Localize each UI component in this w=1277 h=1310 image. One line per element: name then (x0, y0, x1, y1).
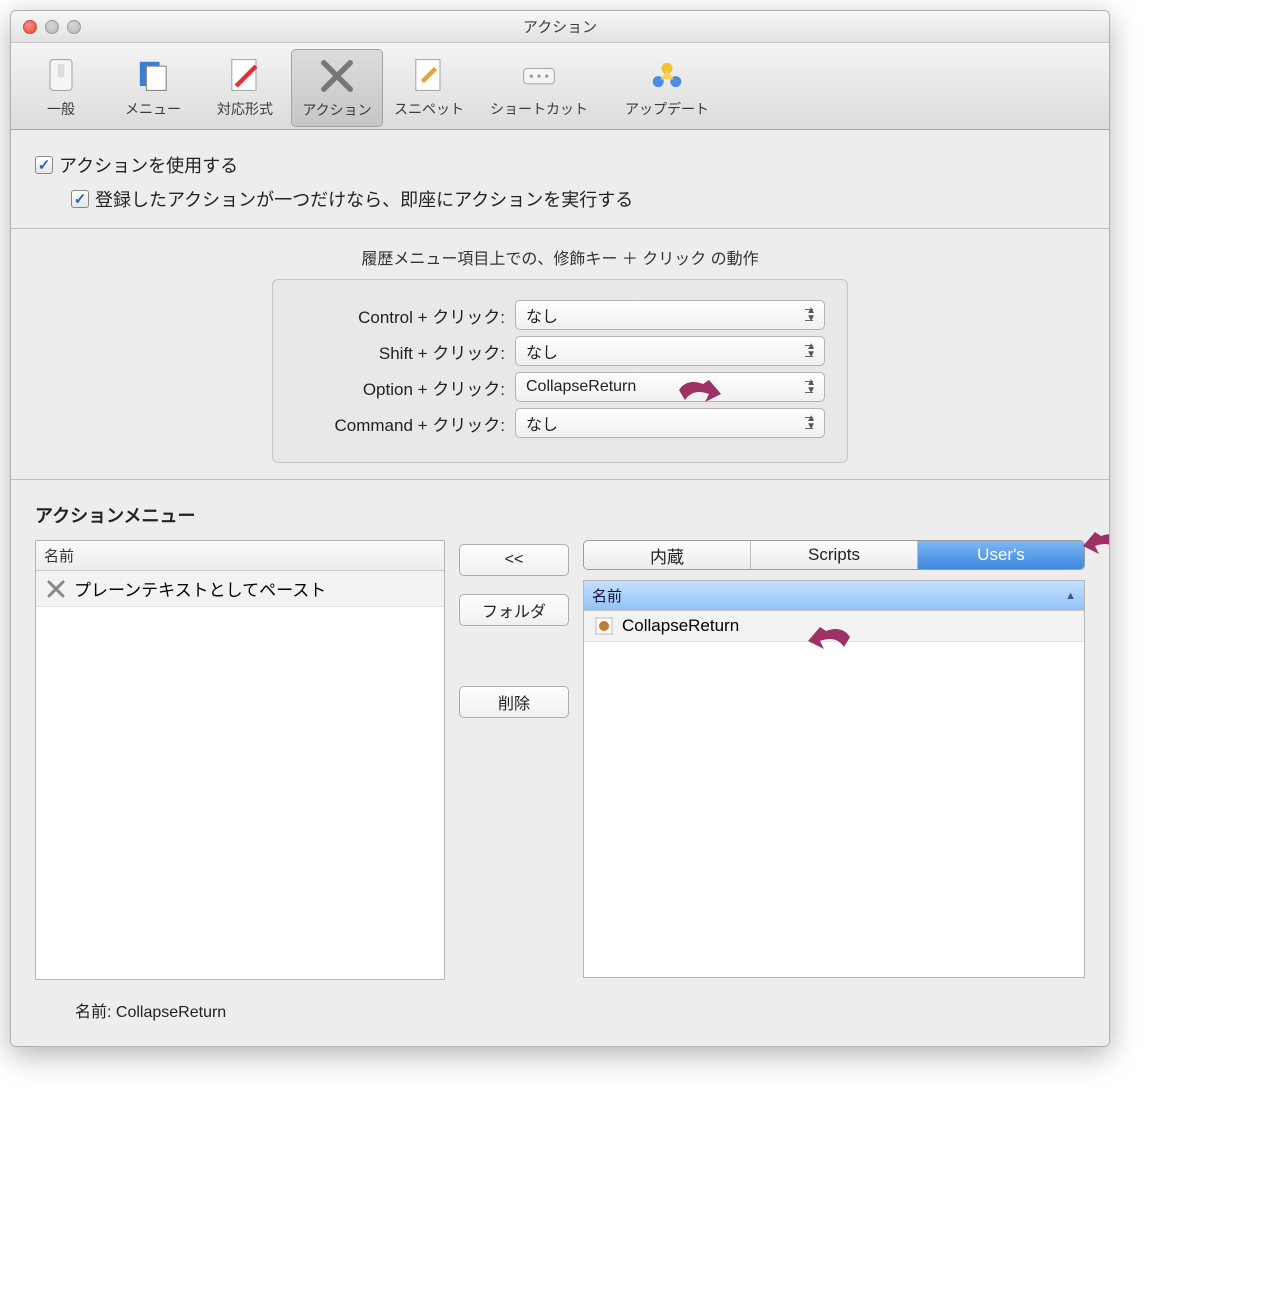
window-title: アクション (11, 16, 1109, 37)
column-label: 名前 (592, 585, 622, 606)
select-value: なし (526, 339, 558, 363)
pencil-note-icon (407, 53, 451, 97)
button-label: フォルダ (482, 598, 546, 622)
tab-builtin[interactable]: 内蔵 (584, 541, 751, 569)
tab-scripts[interactable]: Scripts (751, 541, 918, 569)
control-click-select[interactable]: なし ▲▼ (515, 300, 825, 330)
footer-label: 名前: (75, 1004, 111, 1021)
delete-button[interactable]: 削除 (459, 686, 569, 718)
command-click-label: Command + クリック: (295, 411, 505, 436)
documents-icon (131, 53, 175, 97)
toolbar-menu[interactable]: メニュー (107, 49, 199, 127)
updown-icon: ▲▼ (806, 415, 816, 431)
service-icon (594, 616, 614, 636)
toolbar-action[interactable]: アクション (291, 49, 383, 127)
tab-label: 内蔵 (650, 543, 684, 568)
list-item-label: CollapseReturn (622, 616, 739, 636)
divider (11, 228, 1109, 229)
pointer-annotation (1079, 522, 1110, 566)
right-list[interactable]: 名前 ▲ CollapseReturn (583, 580, 1085, 978)
select-value: なし (526, 411, 558, 435)
columns: 名前 プレーンテキストとしてペースト << フォルダ 削除 (35, 540, 1085, 980)
shift-click-select[interactable]: なし ▲▼ (515, 336, 825, 366)
run-if-single-label: 登録したアクションが一つだけなら、即座にアクションを実行する (95, 186, 633, 212)
control-click-label: Control + クリック: (295, 303, 505, 328)
update-icon (645, 53, 689, 97)
add-button[interactable]: << (459, 544, 569, 576)
page-pencil-icon (223, 53, 267, 97)
select-value: CollapseReturn (526, 378, 636, 396)
button-label: 削除 (498, 690, 530, 714)
crossed-tools-icon (46, 579, 66, 599)
toolbar-general[interactable]: 一般 (15, 49, 107, 127)
switch-icon (39, 53, 83, 97)
toolbar-formats[interactable]: 対応形式 (199, 49, 291, 127)
action-menu-title: アクションメニュー (35, 502, 1085, 528)
right-list-header[interactable]: 名前 ▲ (584, 581, 1084, 611)
modifier-box: Control + クリック: なし ▲▼ Shift + クリック: なし ▲… (272, 279, 848, 463)
option-click-row: Option + クリック: CollapseReturn ▲▼ (295, 372, 825, 402)
option-click-label: Option + クリック: (295, 375, 505, 400)
toolbar-shortcut[interactable]: ショートカット (475, 49, 603, 127)
control-click-row: Control + クリック: なし ▲▼ (295, 300, 825, 330)
toolbar-label: 対応形式 (217, 99, 273, 119)
use-actions-row: ✓ アクションを使用する (35, 152, 1085, 178)
left-list[interactable]: 名前 プレーンテキストとしてペースト (35, 540, 445, 980)
toolbar-label: 一般 (47, 99, 75, 119)
toolbar-update[interactable]: アップデート (603, 49, 731, 127)
toolbar-label: スニペット (394, 99, 464, 119)
titlebar: アクション (11, 11, 1109, 43)
folder-button[interactable]: フォルダ (459, 594, 569, 626)
tab-label: User's (977, 545, 1025, 565)
command-click-select[interactable]: なし ▲▼ (515, 408, 825, 438)
list-item[interactable]: プレーンテキストとしてペースト (36, 571, 444, 607)
shift-click-label: Shift + クリック: (295, 339, 505, 364)
content: ✓ アクションを使用する ✓ 登録したアクションが一つだけなら、即座にアクション… (11, 130, 1109, 1046)
crossed-tools-icon (315, 54, 359, 98)
divider (11, 479, 1109, 480)
use-actions-checkbox[interactable]: ✓ (35, 156, 53, 174)
left-list-header[interactable]: 名前 (36, 541, 444, 571)
toolbar-label: アクション (302, 100, 371, 120)
right-pane: 内蔵 Scripts User's 名前 ▲ (583, 540, 1085, 978)
run-if-single-checkbox[interactable]: ✓ (71, 190, 89, 208)
toolbar-snippet[interactable]: スニペット (383, 49, 475, 127)
action-menu-section: アクションメニュー 名前 プレーンテキストとしてペースト << フォルダ 削 (35, 502, 1085, 1022)
middle-buttons: << フォルダ 削除 (459, 544, 569, 718)
pointer-annotation (804, 617, 854, 661)
updown-icon: ▲▼ (806, 379, 816, 395)
keyboard-icon (517, 53, 561, 97)
footer-value: CollapseReturn (116, 1004, 226, 1021)
modifier-section: 履歴メニュー項目上での、修飾キー ＋ クリック の動作 Control + クリ… (35, 245, 1085, 463)
footer-name: 名前: CollapseReturn (75, 998, 1085, 1022)
select-value: なし (526, 303, 558, 327)
tab-users[interactable]: User's (918, 541, 1084, 569)
tab-label: Scripts (808, 545, 860, 565)
updown-icon: ▲▼ (806, 343, 816, 359)
run-if-single-row: ✓ 登録したアクションが一つだけなら、即座にアクションを実行する (71, 186, 1085, 212)
sort-asc-icon: ▲ (1065, 590, 1076, 602)
modifier-help: 履歴メニュー項目上での、修飾キー ＋ クリック の動作 (35, 245, 1085, 269)
toolbar-label: ショートカット (490, 99, 588, 119)
shift-click-row: Shift + クリック: なし ▲▼ (295, 336, 825, 366)
option-click-select[interactable]: CollapseReturn ▲▼ (515, 372, 825, 402)
source-tabs: 内蔵 Scripts User's (583, 540, 1085, 570)
toolbar-label: メニュー (125, 99, 181, 119)
list-item[interactable]: CollapseReturn (584, 611, 1084, 642)
button-label: << (505, 551, 524, 569)
command-click-row: Command + クリック: なし ▲▼ (295, 408, 825, 438)
toolbar: 一般 メニュー 対応形式 アクション スニペット (11, 43, 1109, 130)
use-actions-label: アクションを使用する (59, 152, 238, 178)
preferences-window: アクション 一般 メニュー 対応形式 アクション (10, 10, 1110, 1047)
toolbar-label: アップデート (625, 99, 709, 119)
updown-icon: ▲▼ (806, 307, 816, 323)
list-item-label: プレーンテキストとしてペースト (74, 576, 326, 601)
